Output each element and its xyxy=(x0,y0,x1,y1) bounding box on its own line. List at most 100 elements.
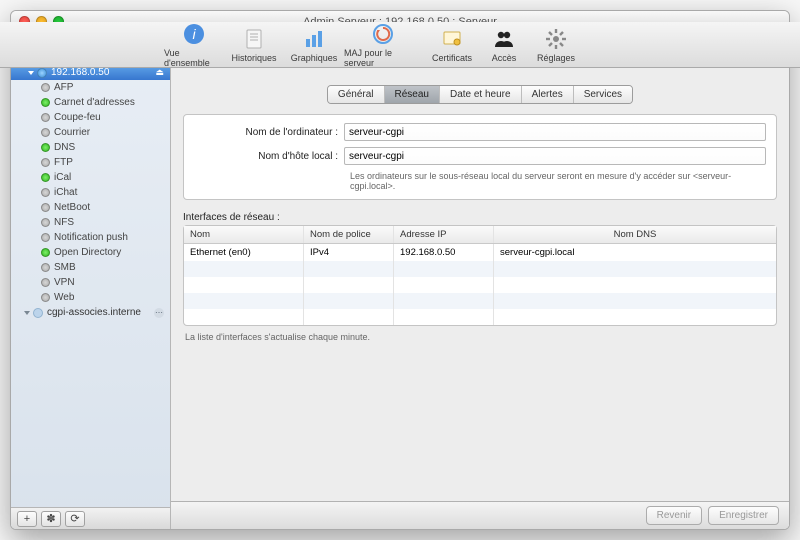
tb-label: Graphiques xyxy=(291,53,338,63)
service-label: Notification push xyxy=(54,232,128,243)
interfaces-table: Nom Nom de police Adresse IP Nom DNS Eth… xyxy=(183,225,777,326)
th-name[interactable]: Nom xyxy=(184,226,304,243)
gear-icon xyxy=(543,33,569,52)
action-button[interactable]: ✽ xyxy=(41,511,61,527)
sidebar: ▾ SERVEURS Serveurs disponibles (0) 192.… xyxy=(11,33,171,529)
th-dns[interactable]: Nom DNS xyxy=(494,226,776,243)
host-name-input[interactable] xyxy=(344,147,766,165)
sidebar-service-item[interactable]: iChat xyxy=(11,185,170,200)
sidebar-service-item[interactable]: FTP xyxy=(11,155,170,170)
status-dot-icon xyxy=(41,263,50,272)
sidebar-service-item[interactable]: AFP xyxy=(11,80,170,95)
tb-settings[interactable]: Réglages xyxy=(526,33,586,63)
interfaces-note: La liste d'interfaces s'actualise chaque… xyxy=(185,332,775,342)
cell-family: IPv4 xyxy=(304,244,394,261)
spacer xyxy=(171,348,789,501)
tb-update[interactable]: MAJ pour le serveur xyxy=(344,33,422,68)
tb-access[interactable]: Accès xyxy=(482,33,526,63)
sidebar-service-item[interactable]: Open Directory xyxy=(11,245,170,260)
cell-ip: 192.168.0.50 xyxy=(394,244,494,261)
computer-name-label: Nom de l'ordinateur : xyxy=(194,127,344,138)
tab-réseau[interactable]: Réseau xyxy=(385,86,440,103)
main-pane: i Vue d'ensemble Historiques Graphiques … xyxy=(171,33,789,529)
sidebar-service-item[interactable]: Carnet d'adresses xyxy=(11,95,170,110)
status-dot-icon xyxy=(41,98,50,107)
tab-alertes[interactable]: Alertes xyxy=(522,86,574,103)
tb-logs[interactable]: Historiques xyxy=(224,33,284,63)
group-badge-icon: ⋯ xyxy=(154,308,164,318)
tb-overview[interactable]: i Vue d'ensemble xyxy=(171,33,224,68)
server-label: 192.168.0.50 xyxy=(51,67,109,78)
tb-graphs[interactable]: Graphiques xyxy=(284,33,344,63)
window-body: ▾ SERVEURS Serveurs disponibles (0) 192.… xyxy=(11,33,789,529)
service-label: Open Directory xyxy=(54,247,121,258)
tb-label: Réglages xyxy=(537,53,575,63)
table-row xyxy=(184,309,776,325)
tb-label: Accès xyxy=(492,53,517,63)
status-dot-icon xyxy=(41,278,50,287)
service-label: DNS xyxy=(54,142,75,153)
table-row[interactable]: Ethernet (en0) IPv4 192.168.0.50 serveur… xyxy=(184,244,776,261)
users-icon xyxy=(491,33,517,52)
sidebar-service-item[interactable]: NFS xyxy=(11,215,170,230)
server-icon xyxy=(37,68,47,78)
status-dot-icon xyxy=(41,188,50,197)
status-dot-icon xyxy=(41,173,50,182)
host-name-hint: Les ordinateurs sur le sous-réseau local… xyxy=(350,171,766,191)
service-label: AFP xyxy=(54,82,73,93)
service-label: Courrier xyxy=(54,127,90,138)
status-dot-icon xyxy=(41,113,50,122)
sidebar-service-item[interactable]: iCal xyxy=(11,170,170,185)
add-button[interactable]: + xyxy=(17,511,37,527)
service-label: Carnet d'adresses xyxy=(54,97,135,108)
th-family[interactable]: Nom de police xyxy=(304,226,394,243)
disclosure-open-icon xyxy=(24,311,30,315)
sidebar-service-item[interactable]: Notification push xyxy=(11,230,170,245)
service-label: FTP xyxy=(54,157,73,168)
tab-bar: GénéralRéseauDate et heureAlertesService… xyxy=(171,79,789,110)
computer-name-input[interactable] xyxy=(344,123,766,141)
service-label: Web xyxy=(54,292,74,303)
sidebar-service-item[interactable]: NetBoot xyxy=(11,200,170,215)
status-dot-icon xyxy=(41,203,50,212)
sidebar-service-item[interactable]: Web xyxy=(11,290,170,305)
tab-général[interactable]: Général xyxy=(328,86,385,103)
group-label: cgpi-associes.interne xyxy=(47,307,141,318)
certificate-icon xyxy=(439,33,465,52)
tab-services[interactable]: Services xyxy=(574,86,632,103)
tb-label: MAJ pour le serveur xyxy=(344,48,422,68)
status-dot-icon xyxy=(41,248,50,257)
revert-button[interactable]: Revenir xyxy=(646,506,702,525)
tb-label: Certificats xyxy=(432,53,472,63)
status-dot-icon xyxy=(41,158,50,167)
table-row xyxy=(184,293,776,309)
status-dot-icon xyxy=(41,128,50,137)
service-label: iCal xyxy=(54,172,71,183)
tb-label: Vue d'ensemble xyxy=(171,48,224,68)
th-ip[interactable]: Adresse IP xyxy=(394,226,494,243)
table-row xyxy=(184,261,776,277)
service-label: Coupe-feu xyxy=(54,112,101,123)
tab-segment: GénéralRéseauDate et heureAlertesService… xyxy=(327,85,633,104)
group-row[interactable]: cgpi-associes.interne ⋯ xyxy=(11,305,170,320)
table-row xyxy=(184,277,776,293)
tb-certs[interactable]: Certificats xyxy=(422,33,482,63)
sidebar-service-item[interactable]: Coupe-feu xyxy=(11,110,170,125)
cell-name: Ethernet (en0) xyxy=(184,244,304,261)
status-dot-icon xyxy=(41,83,50,92)
network-panel: Nom de l'ordinateur : Nom d'hôte local :… xyxy=(183,114,777,200)
disclosure-open-icon xyxy=(28,71,34,75)
save-button[interactable]: Enregistrer xyxy=(708,506,779,525)
status-dot-icon xyxy=(41,143,50,152)
sidebar-service-item[interactable]: Courrier xyxy=(11,125,170,140)
status-dot-icon xyxy=(41,293,50,302)
service-label: NFS xyxy=(54,217,74,228)
host-name-label: Nom d'hôte local : xyxy=(194,151,344,162)
footer: Revenir Enregistrer xyxy=(171,501,789,529)
refresh-button[interactable]: ⟳ xyxy=(65,511,85,527)
sidebar-service-item[interactable]: VPN xyxy=(11,275,170,290)
sidebar-service-item[interactable]: DNS xyxy=(11,140,170,155)
sidebar-service-item[interactable]: SMB xyxy=(11,260,170,275)
tab-date-et-heure[interactable]: Date et heure xyxy=(440,86,522,103)
service-label: iChat xyxy=(54,187,77,198)
